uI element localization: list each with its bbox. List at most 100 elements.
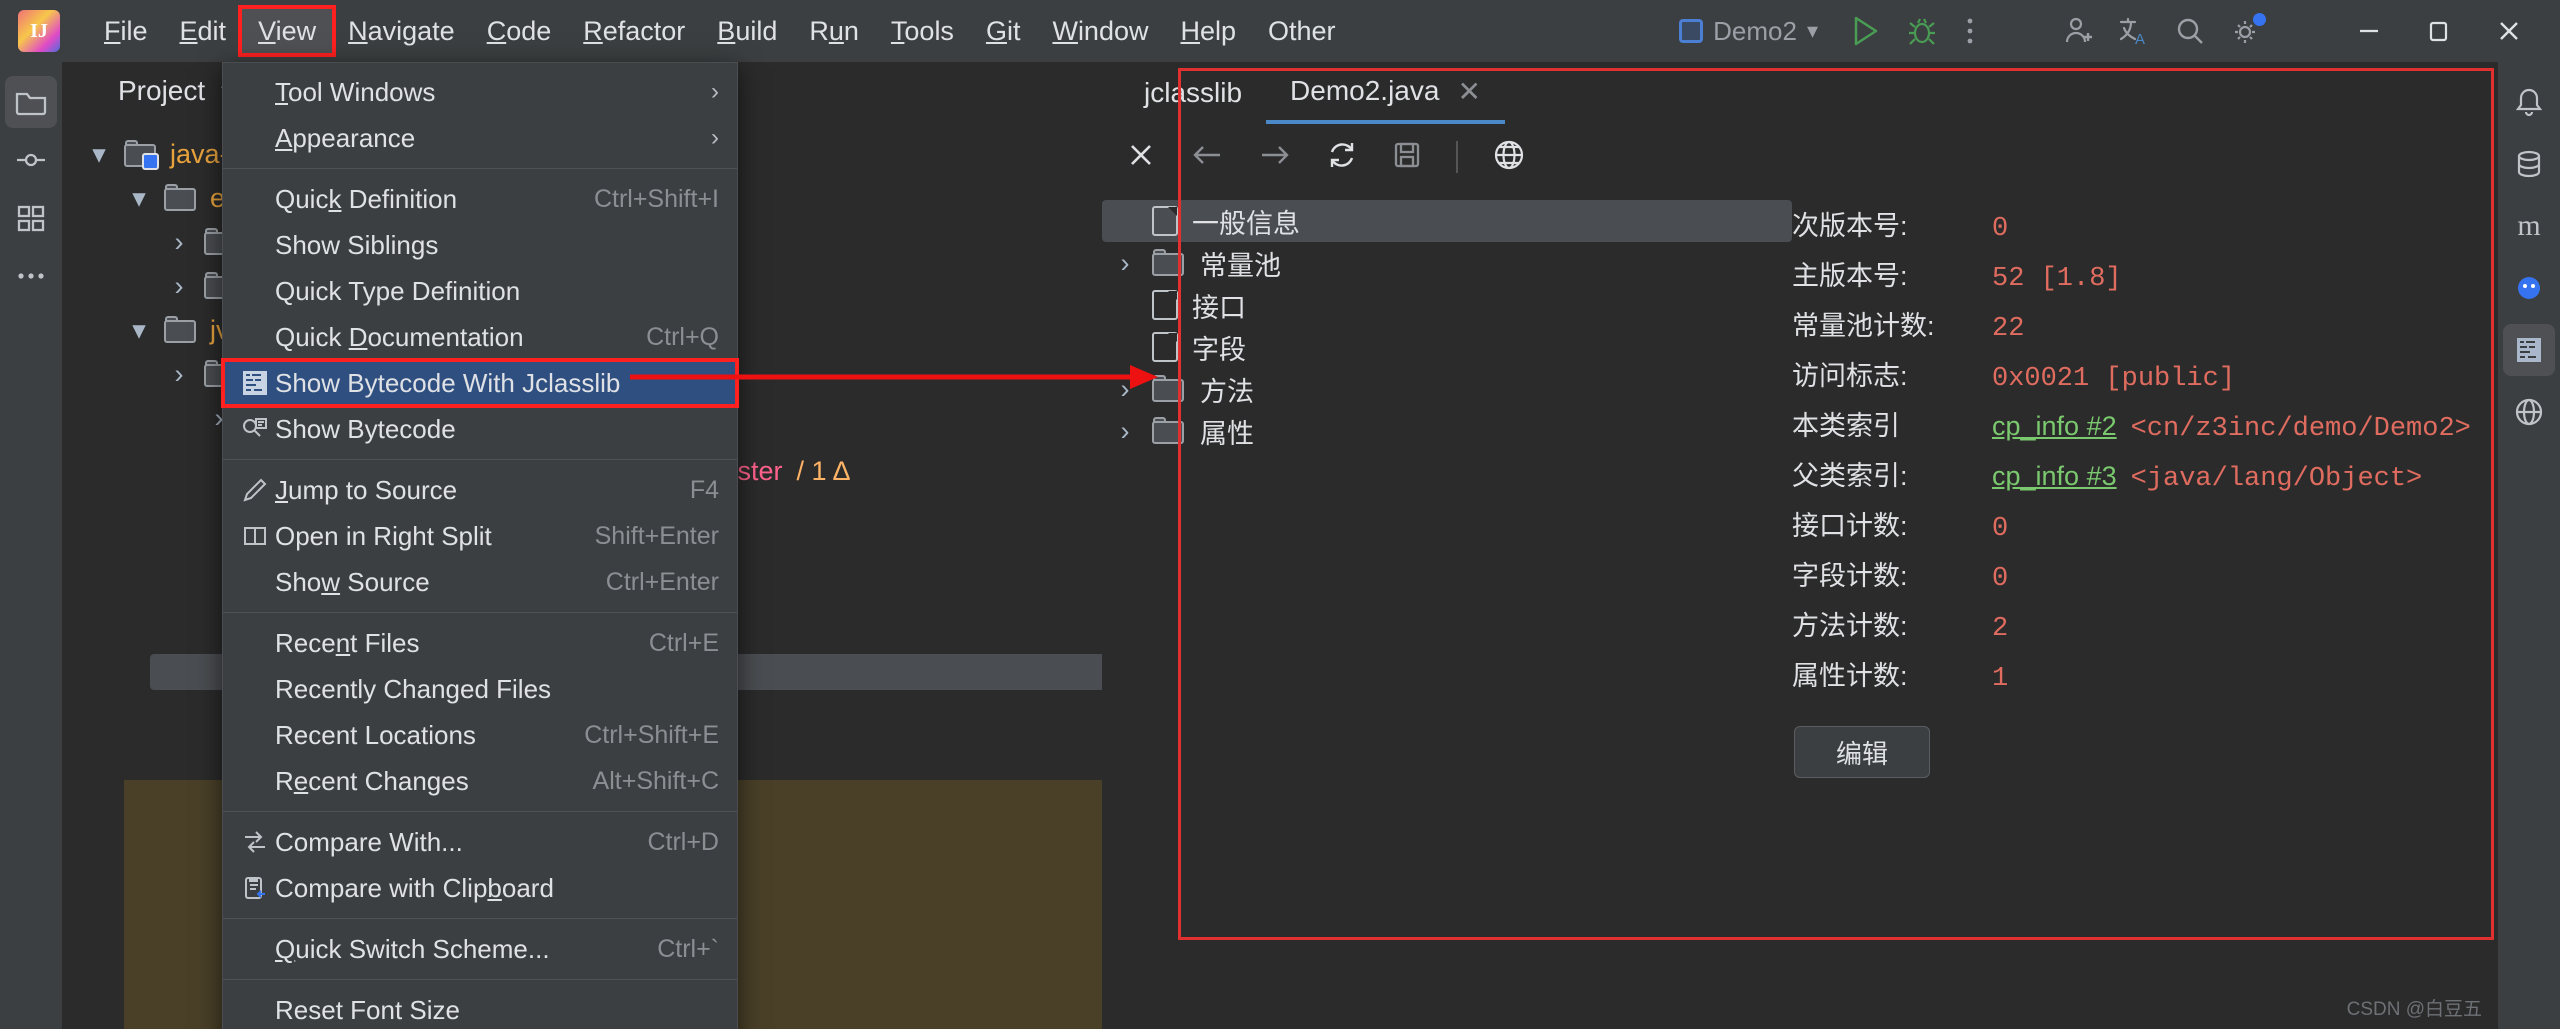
chevron-right-icon: › xyxy=(711,124,719,151)
menu-item-recent-files[interactable]: Recent Files Ctrl+E xyxy=(223,620,737,666)
web-preview-icon[interactable] xyxy=(2503,386,2555,438)
jclasslib-detail-row: 方法计数: 2 xyxy=(1792,604,2498,654)
jclasslib-general-info: 次版本号: 0 主版本号: 52 [1.8] 常量池计数: 22 访问标志: 0x0021 [… xyxy=(1792,190,2498,960)
forward-arrow-icon[interactable] xyxy=(1258,140,1292,175)
menu-item-show-source[interactable]: Show Source Ctrl+Enter xyxy=(223,559,737,605)
database-icon[interactable] xyxy=(2503,138,2555,190)
chevron-right-icon[interactable]: › xyxy=(166,227,192,258)
debug-icon[interactable] xyxy=(1894,3,1950,59)
menu-help[interactable]: Help xyxy=(1164,9,1252,53)
run-configuration-selector[interactable]: Demo2 ▾ xyxy=(1679,16,1818,47)
git-changes-count: / 1 Δ xyxy=(796,455,851,486)
menu-view[interactable]: View xyxy=(238,5,337,57)
menu-item-label: Tool Windows xyxy=(275,76,436,107)
menu-item-show-siblings[interactable]: Show Siblings xyxy=(223,222,737,268)
edit-button[interactable]: 编辑 xyxy=(1794,726,1930,778)
close-tab-icon[interactable]: ✕ xyxy=(1457,75,1480,108)
menu-item-show-bytecode[interactable]: Show Bytecode xyxy=(223,406,737,452)
sidebar-item-commit[interactable] xyxy=(5,134,57,186)
jclasslib-detail-value: 0x0021 [public] xyxy=(1992,364,2236,394)
chevron-down-icon[interactable]: ▾ xyxy=(86,139,112,170)
refresh-icon[interactable] xyxy=(1326,139,1358,176)
cp-info-link[interactable]: cp_info #3 xyxy=(1992,461,2117,492)
menu-navigate[interactable]: Navigate xyxy=(332,9,471,53)
menu-item-quick-definition[interactable]: Quick Definition Ctrl+Shift+I xyxy=(223,176,737,222)
menu-item-quick-switch-scheme[interactable]: Quick Switch Scheme... Ctrl+` xyxy=(223,926,737,972)
save-icon[interactable] xyxy=(1392,140,1422,175)
menu-item-appearance[interactable]: Appearance › xyxy=(223,115,737,161)
menu-item-quick-type-definition[interactable]: Quick Type Definition xyxy=(223,268,737,314)
jclasslib-tool-icon[interactable] xyxy=(2503,324,2555,376)
sidebar-item-structure[interactable] xyxy=(5,192,57,244)
git-branch-indicator[interactable]: master / 1 Δ xyxy=(682,446,1102,496)
editor-tab-demo2-java[interactable]: Demo2.java ✕ xyxy=(1266,62,1505,124)
menu-separator xyxy=(223,459,737,460)
menu-refactor[interactable]: Refactor xyxy=(567,9,701,53)
file-icon xyxy=(1152,332,1178,362)
menu-tools[interactable]: Tools xyxy=(875,9,970,53)
menu-item-jump-to-source[interactable]: Jump to Source F4 xyxy=(223,467,737,513)
run-icon[interactable] xyxy=(1838,3,1894,59)
jclasslib-tree-node[interactable]: › 方法 xyxy=(1102,368,1792,410)
chevron-right-icon[interactable]: › xyxy=(1112,416,1138,447)
ide-window: IJ File Edit View Navigate Code Refactor Build… xyxy=(0,0,2560,1029)
jclasslib-detail-key: 常量池计数: xyxy=(1792,311,1935,341)
maximize-icon[interactable] xyxy=(2404,0,2474,62)
chevron-right-icon[interactable]: › xyxy=(166,359,192,390)
titlebar-right-controls: Demo2 ▾ A xyxy=(1679,0,2560,62)
menu-edit[interactable]: Edit xyxy=(164,9,243,53)
menu-item-recent-locations[interactable]: Recent Locations Ctrl+Shift+E xyxy=(223,712,737,758)
cp-info-link[interactable]: cp_info #2 xyxy=(1992,411,2117,442)
minimize-icon[interactable] xyxy=(2334,0,2404,62)
menu-code[interactable]: Code xyxy=(471,9,568,53)
menu-item-compare-with-clipboard[interactable]: Compare with Clipboard xyxy=(223,865,737,911)
menu-item-open-in-right-split[interactable]: Open in Right Split Shift+Enter xyxy=(223,513,737,559)
menu-item-shortcut: Ctrl+D xyxy=(647,827,719,856)
sidebar-item-project[interactable] xyxy=(5,76,57,128)
notifications-icon[interactable] xyxy=(2503,76,2555,128)
menu-build[interactable]: Build xyxy=(701,9,793,53)
menu-item-shortcut: Ctrl+Q xyxy=(646,322,719,351)
more-options-icon[interactable] xyxy=(1950,16,1990,46)
jclasslib-tree-node[interactable]: › 常量池 xyxy=(1102,242,1792,284)
menu-item-compare-with[interactable]: Compare With... Ctrl+D xyxy=(223,819,737,865)
add-user-icon[interactable] xyxy=(2050,3,2106,59)
menu-item-label: Show Siblings xyxy=(275,229,439,260)
editor-tab-jclasslib[interactable]: jclasslib xyxy=(1120,62,1266,124)
menu-file[interactable]: File xyxy=(88,9,164,53)
menu-window[interactable]: Window xyxy=(1036,9,1164,53)
sidebar-more-icon[interactable] xyxy=(5,250,57,302)
jclasslib-tree-node[interactable]: 一般信息 xyxy=(1102,200,1792,242)
menu-item-shortcut: Ctrl+E xyxy=(648,628,719,657)
jclasslib-tree-node[interactable]: 接口 xyxy=(1102,284,1792,326)
ai-assistant-icon[interactable] xyxy=(2503,262,2555,314)
search-icon[interactable] xyxy=(2162,3,2218,59)
jclasslib-tree-node[interactable]: 字段 xyxy=(1102,326,1792,368)
chevron-down-icon: ▾ xyxy=(1806,18,1818,43)
maven-icon[interactable]: m xyxy=(2503,200,2555,252)
menu-run[interactable]: Run xyxy=(793,9,875,53)
close-icon[interactable] xyxy=(1126,140,1156,175)
jclasslib-tree-node[interactable]: › 属性 xyxy=(1102,410,1792,452)
chevron-right-icon[interactable]: › xyxy=(166,271,192,302)
chevron-down-icon[interactable]: ▾ xyxy=(126,315,152,346)
close-icon[interactable] xyxy=(2474,0,2544,62)
globe-icon[interactable] xyxy=(1492,138,1526,177)
menu-item-recently-changed-files[interactable]: Recently Changed Files xyxy=(223,666,737,712)
menu-other[interactable]: Other xyxy=(1252,9,1352,53)
back-arrow-icon[interactable] xyxy=(1190,140,1224,175)
module-folder-icon xyxy=(124,140,159,170)
intellij-logo-icon: IJ xyxy=(18,10,60,52)
menu-item-reset-font-size[interactable]: Reset Font Size xyxy=(223,987,737,1029)
settings-icon[interactable] xyxy=(2218,3,2274,59)
menu-item-shortcut: Ctrl+` xyxy=(657,934,719,963)
menu-item-recent-changes[interactable]: Recent Changes Alt+Shift+C xyxy=(223,758,737,804)
translate-icon[interactable]: A xyxy=(2106,3,2162,59)
menu-item-tool-windows[interactable]: Tool Windows › xyxy=(223,69,737,115)
chevron-down-icon[interactable]: ▾ xyxy=(126,183,152,214)
jclasslib-detail-row: 接口计数: 0 xyxy=(1792,504,2498,554)
menu-item-quick-documentation[interactable]: Quick Documentation Ctrl+Q xyxy=(223,314,737,360)
chevron-right-icon[interactable]: › xyxy=(1112,248,1138,279)
menu-item-label: Show Source xyxy=(275,566,430,597)
menu-git[interactable]: Git xyxy=(970,9,1037,53)
